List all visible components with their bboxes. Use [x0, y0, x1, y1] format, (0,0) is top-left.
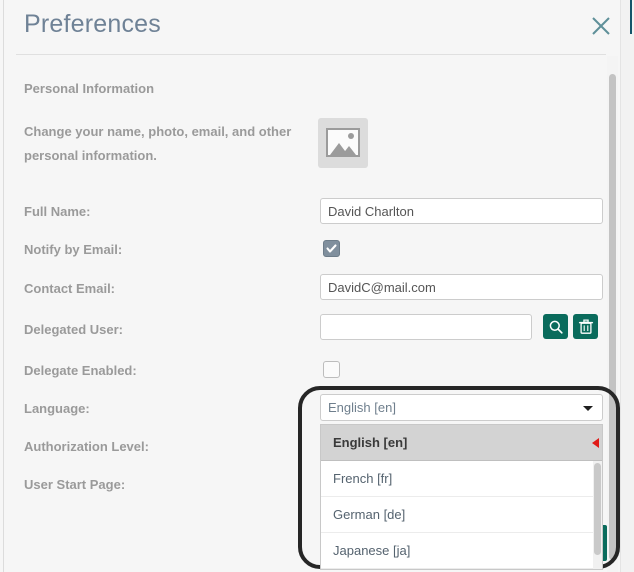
notify-by-email-checkbox[interactable]	[323, 240, 340, 257]
section-description: Change your name, photo, email, and othe…	[24, 124, 292, 163]
trash-icon[interactable]	[573, 314, 598, 339]
language-option-japanese-label: Japanese [ja]	[333, 543, 411, 558]
header-divider	[16, 54, 606, 55]
content-scrollbar-thumb[interactable]	[609, 74, 616, 560]
chevron-down-icon	[583, 406, 593, 411]
accent-edge-strip	[630, 0, 632, 34]
full-name-input[interactable]	[320, 198, 603, 224]
language-select-value: English [en]	[328, 400, 396, 415]
preferences-dialog: Preferences Personal Information Change …	[0, 0, 634, 572]
language-option-english[interactable]: English [en]	[321, 425, 602, 461]
user-start-page-label: User Start Page:	[24, 477, 126, 492]
image-placeholder-icon	[326, 128, 360, 157]
page-left-border	[3, 0, 4, 572]
option-list-scrollbar-thumb[interactable]	[594, 463, 601, 555]
language-select[interactable]: English [en]	[320, 394, 603, 421]
section-heading: Personal Information	[24, 81, 155, 96]
notify-by-email-label: Notify by Email:	[24, 242, 123, 257]
delegate-enabled-label: Delegate Enabled:	[24, 363, 137, 378]
language-option-french-label: French [fr]	[333, 471, 393, 486]
language-option-german-label: German [de]	[333, 507, 406, 522]
image-placeholder-mountain-small	[342, 146, 356, 155]
delegated-user-input[interactable]	[320, 314, 532, 340]
image-placeholder-sun	[348, 133, 354, 139]
language-option-list: English [en] French [fr] German [de] Jap…	[320, 424, 603, 570]
delegate-enabled-checkbox[interactable]	[323, 361, 340, 378]
close-icon[interactable]	[587, 12, 615, 40]
full-name-label: Full Name:	[24, 204, 91, 219]
contact-email-label: Contact Email:	[24, 281, 116, 296]
delegated-user-label: Delegated User:	[24, 322, 123, 337]
contact-email-input[interactable]	[320, 274, 603, 300]
language-option-french[interactable]: French [fr]	[321, 461, 602, 497]
search-icon[interactable]	[543, 314, 568, 339]
language-option-japanese[interactable]: Japanese [ja]	[321, 533, 602, 569]
page-title: Preferences	[24, 10, 161, 38]
page-right-gutter	[620, 0, 634, 572]
language-option-english-label: English [en]	[333, 435, 408, 450]
photo-upload-button[interactable]	[318, 118, 368, 168]
language-label: Language:	[24, 401, 90, 416]
language-option-german[interactable]: German [de]	[321, 497, 602, 533]
authorization-level-label: Authorization Level:	[24, 439, 149, 454]
selected-option-marker-icon	[592, 438, 599, 448]
